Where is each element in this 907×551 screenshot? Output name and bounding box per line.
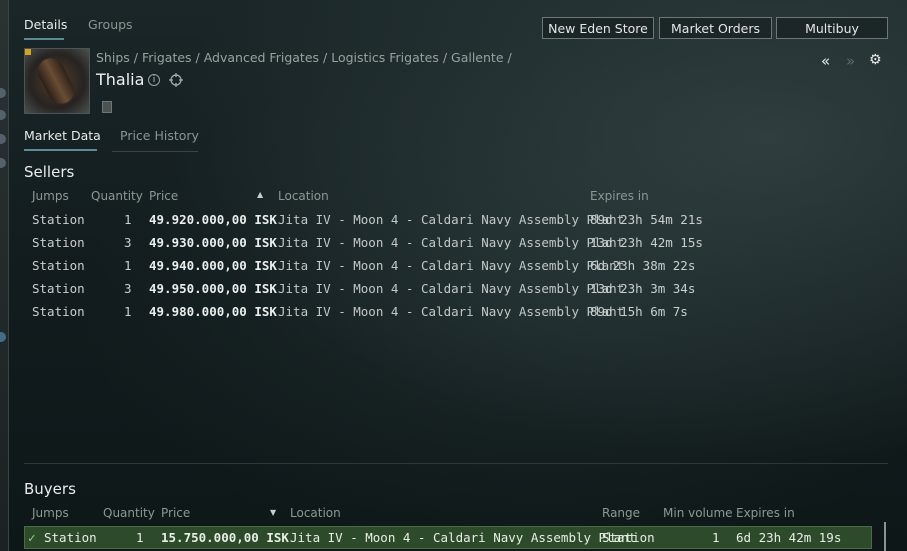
tech-level-badge-icon [25, 49, 31, 55]
ship-thumbnail[interactable] [24, 48, 90, 114]
cell-jumps: Station [32, 235, 85, 250]
cell-jumps: Station [32, 212, 85, 227]
check-icon: ✓ [28, 530, 36, 545]
sort-ascending-icon[interactable]: ▲ [257, 190, 263, 199]
strip-handle[interactable] [0, 134, 6, 144]
cell-quantity: 1 [124, 258, 132, 273]
breadcrumb: Ships / Frigates / Advanced Frigates / L… [96, 50, 512, 65]
tab-market-data-underline [24, 149, 97, 151]
col-header-quantity[interactable]: Quantity [103, 506, 155, 520]
cell-price: 49.980.000,00 ISK [149, 304, 277, 319]
col-header-location[interactable]: Location [290, 506, 341, 520]
col-header-range[interactable]: Range [602, 506, 640, 520]
cell-location[interactable]: Jita IV - Moon 4 - Caldari Navy Assembly… [278, 281, 624, 296]
cell-expires: 89d 15h 6m 7s [590, 304, 688, 319]
info-icon-glyph: i [152, 75, 156, 85]
info-icon[interactable]: i [148, 74, 160, 86]
scrollbar[interactable] [884, 522, 886, 551]
sort-descending-icon[interactable]: ▼ [270, 508, 276, 517]
forward-arrow-icon[interactable]: » [846, 52, 855, 70]
table-row[interactable]: Station 1 49.940.000,00 ISK Jita IV - Mo… [24, 254, 872, 277]
tab-details-underline [24, 38, 64, 40]
table-row-selected[interactable]: ✓ Station 1 15.750.000,00 ISK Jita IV - … [24, 526, 872, 549]
table-row[interactable]: Station 3 49.930.000,00 ISK Jita IV - Mo… [24, 231, 872, 254]
cell-expires: 13d 23h 42m 15s [590, 235, 703, 250]
cell-location[interactable]: Jita IV - Moon 4 - Caldari Navy Assembly… [278, 212, 624, 227]
tab-groups[interactable]: Groups [88, 17, 133, 32]
subtab-divider [112, 151, 198, 152]
buyers-title: Buyers [24, 480, 76, 498]
tab-price-history[interactable]: Price History [120, 128, 199, 143]
cell-expires: 89d 23h 54m 21s [590, 212, 703, 227]
cell-quantity: 1 [124, 304, 132, 319]
col-header-expires[interactable]: Expires in [736, 506, 795, 520]
cell-jumps: Station [32, 304, 85, 319]
tab-details[interactable]: Details [24, 17, 67, 32]
cell-expires: 6d 23h 42m 19s [736, 530, 842, 545]
breadcrumb-logistics-frigates[interactable]: Logistics Frigates [331, 50, 439, 65]
skill-book-icon[interactable] [102, 101, 112, 113]
strip-handle[interactable] [0, 158, 6, 168]
breadcrumb-ships[interactable]: Ships [96, 50, 130, 65]
cell-jumps: Station [32, 281, 85, 296]
crosshair-icon[interactable] [168, 72, 184, 88]
cell-location[interactable]: Jita IV - Moon 4 - Caldari Navy Assembly… [290, 530, 636, 545]
new-eden-store-button[interactable]: New Eden Store [542, 17, 654, 39]
section-divider [24, 463, 888, 464]
cell-location[interactable]: Jita IV - Moon 4 - Caldari Navy Assembly… [278, 258, 624, 273]
table-row[interactable]: Station 1 49.980.000,00 ISK Jita IV - Mo… [24, 300, 872, 323]
cell-location[interactable]: Jita IV - Moon 4 - Caldari Navy Assembly… [278, 304, 624, 319]
cell-quantity: 3 [124, 281, 132, 296]
col-header-expires[interactable]: Expires in [590, 189, 649, 203]
cell-range: Station [602, 530, 655, 545]
ship-hull-image [33, 53, 79, 109]
cell-quantity: 1 [124, 212, 132, 227]
market-orders-button[interactable]: Market Orders [659, 17, 772, 39]
multibuy-button[interactable]: Multibuy [776, 17, 888, 39]
table-row[interactable]: Station 3 49.950.000,00 ISK Jita IV - Mo… [24, 277, 872, 300]
strip-handle[interactable] [0, 88, 6, 98]
strip-handle[interactable] [0, 110, 6, 120]
col-header-location[interactable]: Location [278, 189, 329, 203]
col-header-jumps[interactable]: Jumps [32, 189, 69, 203]
col-header-price[interactable]: Price [161, 506, 190, 520]
col-header-price[interactable]: Price [149, 189, 178, 203]
col-header-min-volume[interactable]: Min volume [663, 506, 733, 520]
breadcrumb-frigates[interactable]: Frigates [142, 50, 192, 65]
cell-min-volume: 1 [712, 530, 720, 545]
cell-quantity: 1 [136, 530, 144, 545]
settings-sliders-icon[interactable]: ⚙ [869, 52, 882, 68]
col-header-jumps[interactable]: Jumps [32, 506, 69, 520]
back-arrow-icon[interactable]: « [821, 52, 830, 70]
cell-price: 49.930.000,00 ISK [149, 235, 277, 250]
breadcrumb-gallente[interactable]: Gallente [451, 50, 504, 65]
cell-quantity: 3 [124, 235, 132, 250]
sellers-title: Sellers [24, 163, 75, 181]
cell-location[interactable]: Jita IV - Moon 4 - Caldari Navy Assembly… [278, 235, 624, 250]
cell-price: 49.950.000,00 ISK [149, 281, 277, 296]
cell-jumps: Station [44, 530, 97, 545]
table-row[interactable]: Station 1 49.920.000,00 ISK Jita IV - Mo… [24, 208, 872, 231]
tab-market-data[interactable]: Market Data [24, 128, 101, 143]
col-header-quantity[interactable]: Quantity [91, 189, 143, 203]
cell-jumps: Station [32, 258, 85, 273]
cell-expires: 6d 23h 38m 22s [590, 258, 696, 273]
cell-price: 49.920.000,00 ISK [149, 212, 277, 227]
cell-expires: 13d 23h 3m 34s [590, 281, 696, 296]
left-sidebar-strip[interactable] [0, 0, 9, 551]
item-name: Thalia [96, 70, 145, 89]
cell-price: 15.750.000,00 ISK [161, 530, 289, 545]
strip-handle[interactable] [0, 332, 6, 342]
cell-price: 49.940.000,00 ISK [149, 258, 277, 273]
breadcrumb-advanced-frigates[interactable]: Advanced Frigates [204, 50, 319, 65]
